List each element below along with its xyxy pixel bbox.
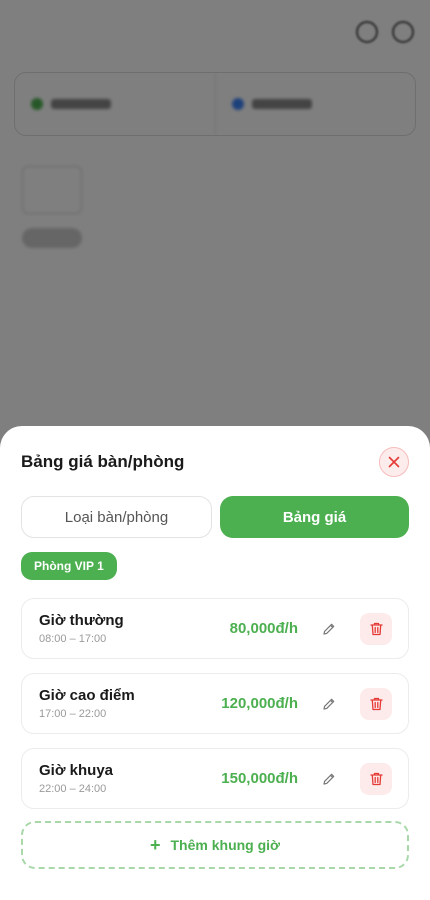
- pencil-icon: [323, 623, 335, 635]
- add-time-slot-label: Thêm khung giờ: [170, 837, 281, 853]
- edit-button[interactable]: [318, 768, 340, 790]
- price-name: Giờ thường: [39, 612, 124, 629]
- sheet-title: Bảng giá bàn/phòng: [21, 452, 185, 471]
- delete-button[interactable]: [360, 612, 392, 645]
- pencil-icon: [323, 773, 335, 785]
- pencil-icon: [323, 698, 335, 710]
- price-value: 120,000đ/h: [221, 695, 298, 712]
- price-time: 08:00 – 17:00: [39, 633, 107, 645]
- price-row: Giờ khuya 22:00 – 24:00 150,000đ/h: [21, 748, 409, 809]
- price-time: 22:00 – 24:00: [39, 783, 107, 795]
- tab-room-types[interactable]: Loại bàn/phòng: [21, 496, 212, 538]
- price-row: Giờ thường 08:00 – 17:00 80,000đ/h: [21, 598, 409, 659]
- price-value: 150,000đ/h: [221, 770, 298, 787]
- price-name: Giờ khuya: [39, 762, 114, 779]
- sheet-header: Bảng giá bàn/phòng: [21, 426, 409, 496]
- pricing-bottom-sheet: Bảng giá bàn/phòng Loại bàn/phòng Bảng g…: [0, 426, 430, 900]
- trash-icon: [369, 772, 383, 785]
- trash-icon: [369, 697, 383, 710]
- price-row: Giờ cao điểm 17:00 – 22:00 120,000đ/h: [21, 673, 409, 734]
- price-value: 80,000đ/h: [229, 620, 298, 637]
- close-button[interactable]: [379, 447, 409, 477]
- tab-bar: Loại bàn/phòng Bảng giá: [21, 496, 409, 538]
- price-time: 17:00 – 22:00: [39, 708, 107, 720]
- edit-button[interactable]: [318, 618, 340, 640]
- room-chip[interactable]: Phòng VIP 1: [21, 552, 117, 580]
- price-name: Giờ cao điểm: [39, 687, 135, 704]
- close-icon: [388, 456, 400, 468]
- delete-button[interactable]: [360, 687, 392, 720]
- add-time-slot-button[interactable]: + Thêm khung giờ: [21, 821, 409, 869]
- tab-price-list[interactable]: Bảng giá: [220, 496, 409, 538]
- trash-icon: [369, 622, 383, 635]
- plus-icon: +: [149, 835, 161, 855]
- delete-button[interactable]: [360, 762, 392, 795]
- price-list: Giờ thường 08:00 – 17:00 80,000đ/h Giờ c…: [21, 598, 409, 809]
- edit-button[interactable]: [318, 693, 340, 715]
